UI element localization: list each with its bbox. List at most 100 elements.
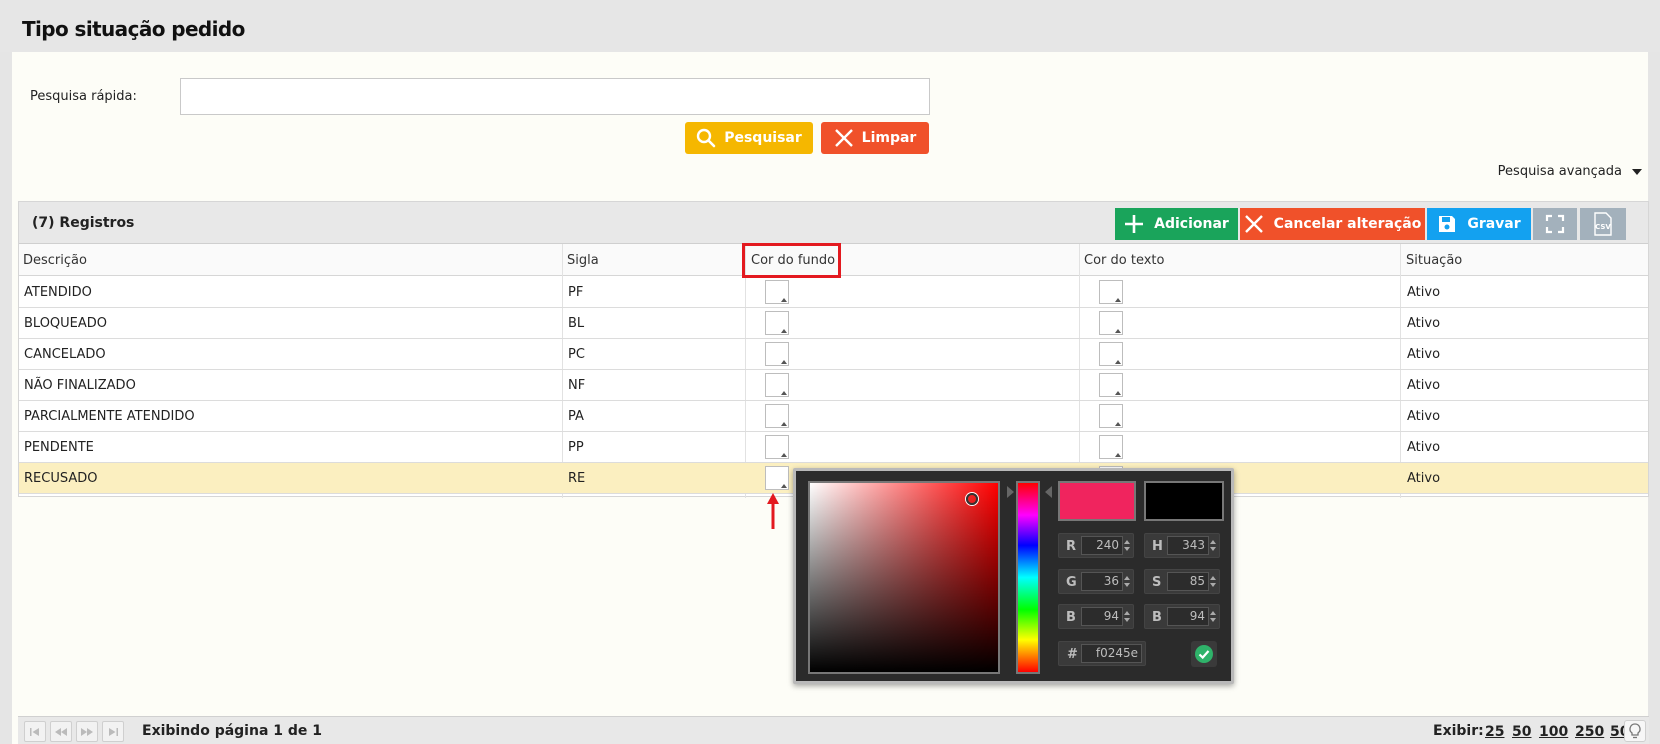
swatch-arrow-icon	[1115, 453, 1121, 457]
background-color-swatch[interactable]	[765, 280, 789, 304]
field-b-rgb-input[interactable]: 94	[1081, 607, 1123, 626]
spinner-icon[interactable]	[1124, 540, 1130, 552]
background-color-swatch[interactable]	[765, 373, 789, 397]
cell-descricao: ATENDIDO	[24, 285, 92, 300]
prev-page-button[interactable]	[50, 721, 72, 742]
magnifier-icon	[697, 128, 716, 148]
cell-sigla: PC	[568, 347, 585, 362]
apply-color-button[interactable]	[1191, 641, 1217, 667]
spinner-icon[interactable]	[1210, 611, 1216, 623]
field-g-input[interactable]: 36	[1081, 572, 1123, 591]
text-color-swatch[interactable]	[1099, 373, 1123, 397]
cell-situacao: Ativo	[1407, 409, 1441, 424]
table-row[interactable]: PARCIALMENTE ATENDIDO PA Ativo	[19, 401, 1648, 432]
cell-sigla: BL	[568, 316, 585, 331]
swatch-arrow-icon	[781, 360, 787, 364]
x-icon	[834, 129, 853, 147]
cell-descricao: PARCIALMENTE ATENDIDO	[24, 409, 195, 424]
text-color-swatch[interactable]	[1099, 311, 1123, 335]
sv-cursor[interactable]	[966, 493, 978, 505]
field-g: G 36	[1058, 569, 1134, 594]
page-size-250[interactable]: 250	[1575, 724, 1604, 740]
cell-sigla: RE	[568, 471, 586, 486]
field-h-input[interactable]: 343	[1167, 536, 1209, 555]
floppy-icon	[1439, 216, 1456, 232]
last-page-icon	[109, 727, 118, 736]
grid-footer: Exibindo página 1 de 1 Exibir: 25 50 100…	[18, 716, 1649, 744]
hue-pointer-left-icon	[1007, 486, 1014, 498]
hex-label: #	[1067, 647, 1078, 662]
save-button[interactable]: Gravar	[1427, 208, 1531, 240]
search-button[interactable]: Pesquisar	[685, 122, 813, 154]
hex-field: # f0245e	[1058, 641, 1146, 666]
text-color-swatch[interactable]	[1099, 280, 1123, 304]
cell-sigla: NF	[568, 378, 586, 393]
spinner-icon[interactable]	[1124, 576, 1130, 588]
caret-down-icon	[1632, 168, 1642, 175]
quick-search-input[interactable]	[180, 78, 930, 115]
spinner-icon[interactable]	[1210, 576, 1216, 588]
hex-input[interactable]: f0245e	[1081, 644, 1142, 663]
tip-button[interactable]	[1624, 720, 1646, 742]
header-situacao[interactable]: Situação	[1406, 253, 1462, 268]
page-size-25[interactable]: 25	[1485, 724, 1504, 740]
text-color-swatch[interactable]	[1099, 404, 1123, 428]
field-s-input[interactable]: 85	[1167, 572, 1209, 591]
cell-situacao: Ativo	[1407, 347, 1441, 362]
field-h-label: H	[1152, 539, 1163, 554]
swatch-arrow-icon	[781, 453, 787, 457]
page-header: Tipo situação pedido	[0, 0, 1660, 52]
text-color-swatch[interactable]	[1099, 435, 1123, 459]
table-row[interactable]: CANCELADO PC Ativo	[19, 339, 1648, 370]
field-s-label: S	[1152, 575, 1162, 590]
saturation-brightness-area[interactable]	[808, 481, 1000, 674]
page-size-100[interactable]: 100	[1539, 724, 1568, 740]
page-info: Exibindo página 1 de 1	[142, 723, 323, 739]
table-row[interactable]: BLOQUEADO BL Ativo	[19, 308, 1648, 339]
add-button-label: Adicionar	[1154, 216, 1229, 232]
page-title: Tipo situação pedido	[22, 17, 245, 41]
cell-situacao: Ativo	[1407, 316, 1441, 331]
check-circle-icon	[1195, 645, 1213, 663]
field-b-hsb-input[interactable]: 94	[1167, 607, 1209, 626]
cancel-changes-button[interactable]: Cancelar alteração	[1240, 208, 1425, 240]
swatch-arrow-icon	[781, 298, 787, 302]
clear-button[interactable]: Limpar	[821, 122, 929, 154]
header-sigla[interactable]: Sigla	[567, 253, 599, 268]
background-color-swatch[interactable]	[765, 311, 789, 335]
csv-file-icon: CSV	[1594, 212, 1612, 236]
background-color-swatch[interactable]	[765, 342, 789, 366]
cell-sigla: PA	[568, 409, 584, 424]
header-cor-do-texto[interactable]: Cor do texto	[1084, 253, 1164, 268]
table-row[interactable]: ATENDIDO PF Ativo	[19, 277, 1648, 308]
fullscreen-button[interactable]	[1533, 208, 1577, 240]
table-row[interactable]: PENDENTE PP Ativo	[19, 432, 1648, 463]
first-page-button[interactable]	[24, 721, 46, 742]
current-color-preview[interactable]	[1144, 481, 1224, 521]
text-color-swatch[interactable]	[1099, 342, 1123, 366]
last-page-button[interactable]	[102, 721, 124, 742]
add-button[interactable]: Adicionar	[1115, 208, 1238, 240]
spinner-icon[interactable]	[1124, 611, 1130, 623]
page-size-50[interactable]: 50	[1512, 724, 1531, 740]
save-button-label: Gravar	[1467, 216, 1521, 232]
plus-icon	[1125, 215, 1144, 233]
first-page-icon	[30, 727, 39, 736]
table-row[interactable]: NÃO FINALIZADO NF Ativo	[19, 370, 1648, 401]
background-color-swatch[interactable]	[765, 404, 789, 428]
header-descricao[interactable]: Descrição	[23, 253, 87, 268]
background-color-swatch[interactable]	[765, 435, 789, 459]
background-color-swatch[interactable]	[765, 466, 789, 490]
spinner-icon[interactable]	[1210, 540, 1216, 552]
advanced-search-toggle[interactable]: Pesquisa avançada	[1498, 164, 1642, 179]
search-button-label: Pesquisar	[724, 130, 802, 146]
field-r-input[interactable]: 240	[1081, 536, 1123, 555]
next-page-icon	[81, 727, 93, 736]
export-csv-button[interactable]: CSV	[1580, 208, 1626, 240]
hue-slider[interactable]	[1016, 481, 1040, 674]
next-page-button[interactable]	[76, 721, 98, 742]
cell-descricao: NÃO FINALIZADO	[24, 378, 136, 393]
lightbulb-icon	[1629, 723, 1641, 739]
red-arrow-annotation	[767, 493, 779, 529]
quick-search-label: Pesquisa rápida:	[30, 89, 137, 104]
